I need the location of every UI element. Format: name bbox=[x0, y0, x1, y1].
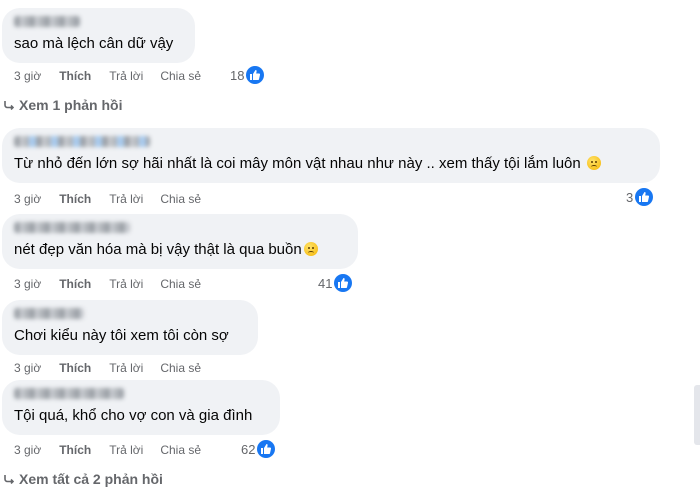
share-button[interactable]: Chia sẻ bbox=[160, 192, 201, 206]
comment-bubble: Từ nhỏ đến lớn sợ hãi nhất là coi mây mô… bbox=[2, 128, 660, 183]
reply-arrow-icon bbox=[4, 474, 14, 484]
comment-actions: 3 giờ Thích Trả lời Chia sẻ bbox=[14, 443, 219, 457]
reply-button[interactable]: Trả lời bbox=[109, 443, 143, 457]
view-replies-label: Xem tất cả 2 phản hồi bbox=[19, 471, 163, 487]
reaction-number: 18 bbox=[230, 67, 245, 83]
blurred-author-name[interactable] bbox=[14, 222, 130, 233]
reaction-number: 3 bbox=[626, 189, 634, 205]
like-button[interactable]: Thích bbox=[59, 69, 91, 83]
reply-button[interactable]: Trả lời bbox=[109, 277, 143, 291]
comment-bubble: Chơi kiểu này tôi xem tôi còn sợ bbox=[2, 300, 258, 355]
blurred-author-name[interactable] bbox=[14, 388, 124, 399]
comment-text-content: nét đẹp văn hóa mà bị vậy thật là qua bu… bbox=[14, 241, 302, 258]
comment-time[interactable]: 3 giờ bbox=[14, 443, 41, 457]
sad-face-emoji bbox=[586, 156, 601, 170]
comment-text: nét đẹp văn hóa mà bị vậy thật là qua bu… bbox=[14, 240, 318, 260]
reply-button[interactable]: Trả lời bbox=[109, 192, 143, 206]
share-button[interactable]: Chia sẻ bbox=[160, 277, 201, 291]
like-button[interactable]: Thích bbox=[59, 361, 91, 375]
comment-actions: 3 giờ Thích Trả lời Chia sẻ bbox=[14, 192, 219, 206]
disappointed-face-emoji bbox=[303, 242, 318, 256]
thumbs-up-icon bbox=[635, 188, 654, 206]
scrollbar[interactable] bbox=[694, 385, 700, 445]
reply-button[interactable]: Trả lời bbox=[109, 69, 143, 83]
comment-text: Từ nhỏ đến lớn sợ hãi nhất là coi mây mô… bbox=[14, 154, 601, 174]
comment-text-content: Từ nhỏ đến lớn sợ hãi nhất là coi mây mô… bbox=[14, 155, 581, 172]
reaction-count[interactable]: 62 bbox=[241, 440, 276, 458]
view-replies-label: Xem 1 phản hồi bbox=[19, 97, 123, 113]
like-button[interactable]: Thích bbox=[59, 443, 91, 457]
comment-actions: 3 giờ Thích Trả lời Chia sẻ bbox=[14, 361, 219, 375]
blurred-author-name[interactable] bbox=[14, 308, 84, 319]
reaction-count[interactable]: 3 bbox=[626, 188, 654, 206]
comment-text: Tội quá, khổ cho vợ con và gia đình bbox=[14, 407, 253, 424]
comment-text: sao mà lệch cân dữ vậy bbox=[14, 35, 174, 52]
comment-time[interactable]: 3 giờ bbox=[14, 361, 41, 375]
comment-actions: 3 giờ Thích Trả lời Chia sẻ bbox=[14, 69, 219, 83]
share-button[interactable]: Chia sẻ bbox=[160, 69, 201, 83]
blurred-author-name[interactable] bbox=[14, 136, 150, 147]
thumbs-up-icon bbox=[334, 274, 353, 292]
share-button[interactable]: Chia sẻ bbox=[160, 443, 201, 457]
thumbs-up-icon bbox=[246, 66, 265, 84]
thumbs-up-icon bbox=[257, 440, 276, 458]
reaction-number: 41 bbox=[318, 275, 333, 291]
reply-button[interactable]: Trả lời bbox=[109, 361, 143, 375]
reaction-number: 62 bbox=[241, 441, 256, 457]
comment-bubble: nét đẹp văn hóa mà bị vậy thật là qua bu… bbox=[2, 214, 358, 269]
comment-time[interactable]: 3 giờ bbox=[14, 277, 41, 291]
comment-bubble: sao mà lệch cân dữ vậy bbox=[2, 8, 195, 63]
share-button[interactable]: Chia sẻ bbox=[160, 361, 201, 375]
comment-bubble: Tội quá, khổ cho vợ con và gia đình bbox=[2, 380, 280, 435]
view-replies-2[interactable]: Xem tất cả 2 phản hồi bbox=[4, 471, 163, 487]
comment-time[interactable]: 3 giờ bbox=[14, 192, 41, 206]
view-replies-1[interactable]: Xem 1 phản hồi bbox=[4, 97, 122, 113]
comment-actions: 3 giờ Thích Trả lời Chia sẻ bbox=[14, 277, 219, 291]
reaction-count[interactable]: 18 bbox=[230, 66, 265, 84]
reply-arrow-icon bbox=[4, 100, 14, 110]
comment-text: Chơi kiểu này tôi xem tôi còn sợ bbox=[14, 327, 229, 344]
comment-time[interactable]: 3 giờ bbox=[14, 69, 41, 83]
blurred-author-name[interactable] bbox=[14, 16, 80, 27]
like-button[interactable]: Thích bbox=[59, 277, 91, 291]
reaction-count[interactable]: 41 bbox=[318, 274, 353, 292]
like-button[interactable]: Thích bbox=[59, 192, 91, 206]
